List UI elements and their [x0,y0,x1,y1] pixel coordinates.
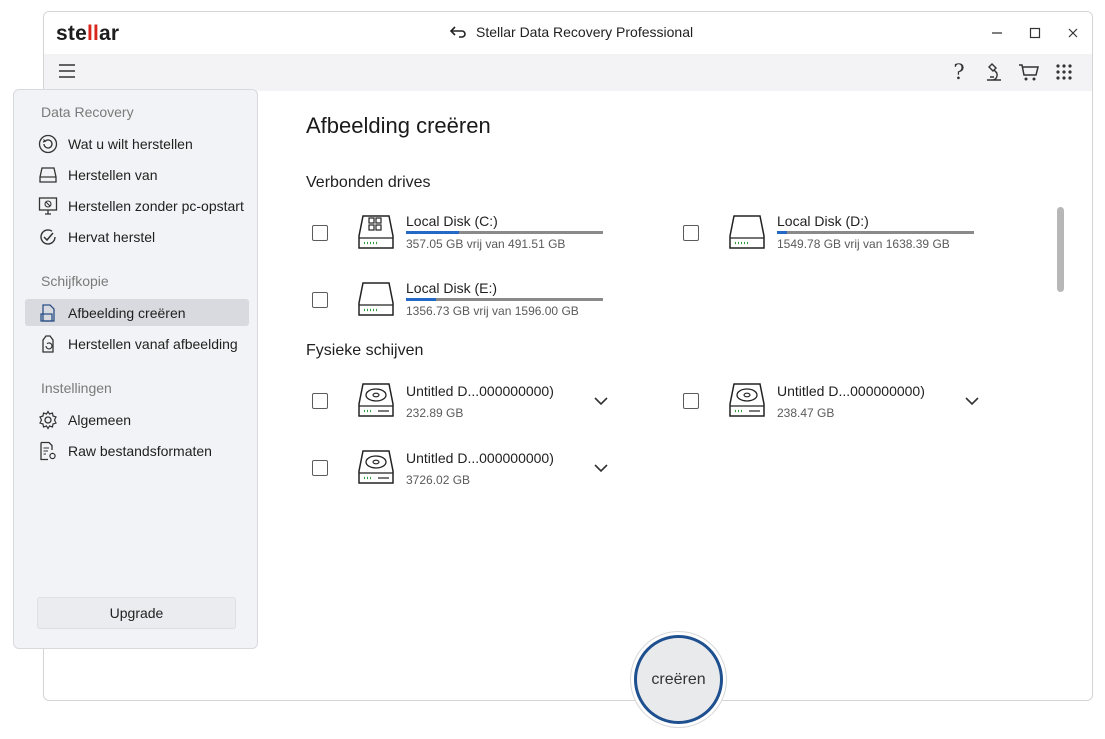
create-image-icon [37,302,59,324]
connected-drives-title: Verbonden drives [306,174,431,191]
drive-e-info: 1356.73 GB vrij van 1596.00 GB [406,304,579,318]
minimize-icon [992,32,1002,34]
physical-disk-2-checkbox[interactable] [683,393,699,409]
sidebar: Data Recovery Wat u wilt herstellen Hers… [13,89,258,649]
cart-icon[interactable] [1015,58,1043,86]
sidebar-item-label: Wat u wilt herstellen [68,135,193,152]
gear-icon [37,409,59,431]
title-bar: stellar Stellar Data Recovery Profession… [44,12,1092,54]
chevron-down-icon[interactable] [593,393,609,409]
sidebar-item-label: Herstellen zonder pc-opstart [68,197,244,214]
sidebar-item-label: Hervat herstel [68,228,156,245]
physical-disk-3-name: Untitled D...000000000) [406,450,554,466]
close-button[interactable] [1054,12,1092,54]
menu-bar: ? [44,54,1092,91]
file-settings-icon [37,440,59,462]
drive-d-info: 1549.78 GB vrij van 1638.39 GB [777,237,950,251]
physical-disk-2-size: 238.47 GB [777,406,835,420]
drive-e-checkbox[interactable] [312,292,328,308]
page-title: Afbeelding creëren [306,113,491,138]
physical-disk-1-size: 232.89 GB [406,406,464,420]
hamburger-menu-icon[interactable] [57,61,77,81]
drive-d-usage-fill [777,231,787,234]
drive-c-name: Local Disk (C:) [406,213,498,229]
hard-disk-icon [358,383,394,417]
sidebar-item-label: Herstellen van [68,166,158,183]
create-button[interactable]: creëren [634,635,723,724]
upgrade-button[interactable]: Upgrade [37,597,236,629]
physical-disk-3-size: 3726.02 GB [406,473,471,487]
restore-circle-icon [37,133,59,155]
drive-d-name: Local Disk (D:) [777,213,869,229]
sidebar-item-label: Algemeen [68,411,132,428]
drive-c-checkbox[interactable] [312,225,328,241]
apps-grid-icon[interactable] [1050,58,1078,86]
back-arrow-icon[interactable] [449,25,467,39]
scrollbar-thumb[interactable] [1057,207,1064,292]
physical-disk-1-name: Untitled D...000000000) [406,383,554,399]
drive-icon [729,215,765,249]
windows-drive-icon [358,215,394,249]
sidebar-item-raw-formats[interactable]: Raw bestandsformaten [25,437,249,464]
microscope-icon[interactable] [980,58,1008,86]
sidebar-item-recover-without-boot[interactable]: Herstellen zonder pc-opstart [25,192,249,219]
hard-disk-icon [358,450,394,484]
sidebar-item-recover-from[interactable]: Herstellen van [25,161,249,188]
physical-disk-1-checkbox[interactable] [312,393,328,409]
drive-d-checkbox[interactable] [683,225,699,241]
drive-c-usage-fill [406,231,460,234]
help-icon[interactable]: ? [945,58,973,86]
sidebar-item-create-image[interactable]: Afbeelding creëren [25,299,249,326]
chevron-down-icon[interactable] [964,393,980,409]
drive-d-usage-bar [777,231,974,234]
physical-disk-3-checkbox[interactable] [312,460,328,476]
close-icon [1068,28,1078,38]
maximize-icon [1029,27,1041,39]
monitor-icon [37,195,59,217]
sidebar-item-what-to-recover[interactable]: Wat u wilt herstellen [25,130,249,157]
drive-e-usage-bar [406,298,603,301]
chevron-down-icon[interactable] [593,460,609,476]
physical-disks-title: Fysieke schijven [306,342,424,359]
resume-check-icon [37,226,59,248]
sidebar-item-resume-recovery[interactable]: Hervat herstel [25,223,249,250]
section-data-recovery: Data Recovery [41,104,134,120]
sidebar-item-label: Herstellen vanaf afbeelding [68,335,238,352]
restore-image-icon [37,333,59,355]
physical-disk-2-name: Untitled D...000000000) [777,383,925,399]
maximize-button[interactable] [1016,12,1054,54]
section-settings: Instellingen [41,380,112,396]
sidebar-item-label: Afbeelding creëren [68,304,186,321]
sidebar-item-general[interactable]: Algemeen [25,406,249,433]
drive-icon [358,282,394,316]
sidebar-item-restore-from-image[interactable]: Herstellen vanaf afbeelding [25,330,249,357]
section-disk-image: Schijfkopie [41,273,109,289]
sidebar-item-label: Raw bestandsformaten [68,442,212,459]
drive-e-name: Local Disk (E:) [406,280,498,296]
hard-disk-icon [729,383,765,417]
minimize-button[interactable] [978,12,1016,54]
stellar-logo: stellar [56,22,120,45]
drive-icon [37,164,59,186]
drive-c-info: 357.05 GB vrij van 491.51 GB [406,237,566,251]
drive-e-usage-fill [406,298,436,301]
drive-c-usage-bar [406,231,603,234]
window-title: Stellar Data Recovery Professional [476,24,694,40]
